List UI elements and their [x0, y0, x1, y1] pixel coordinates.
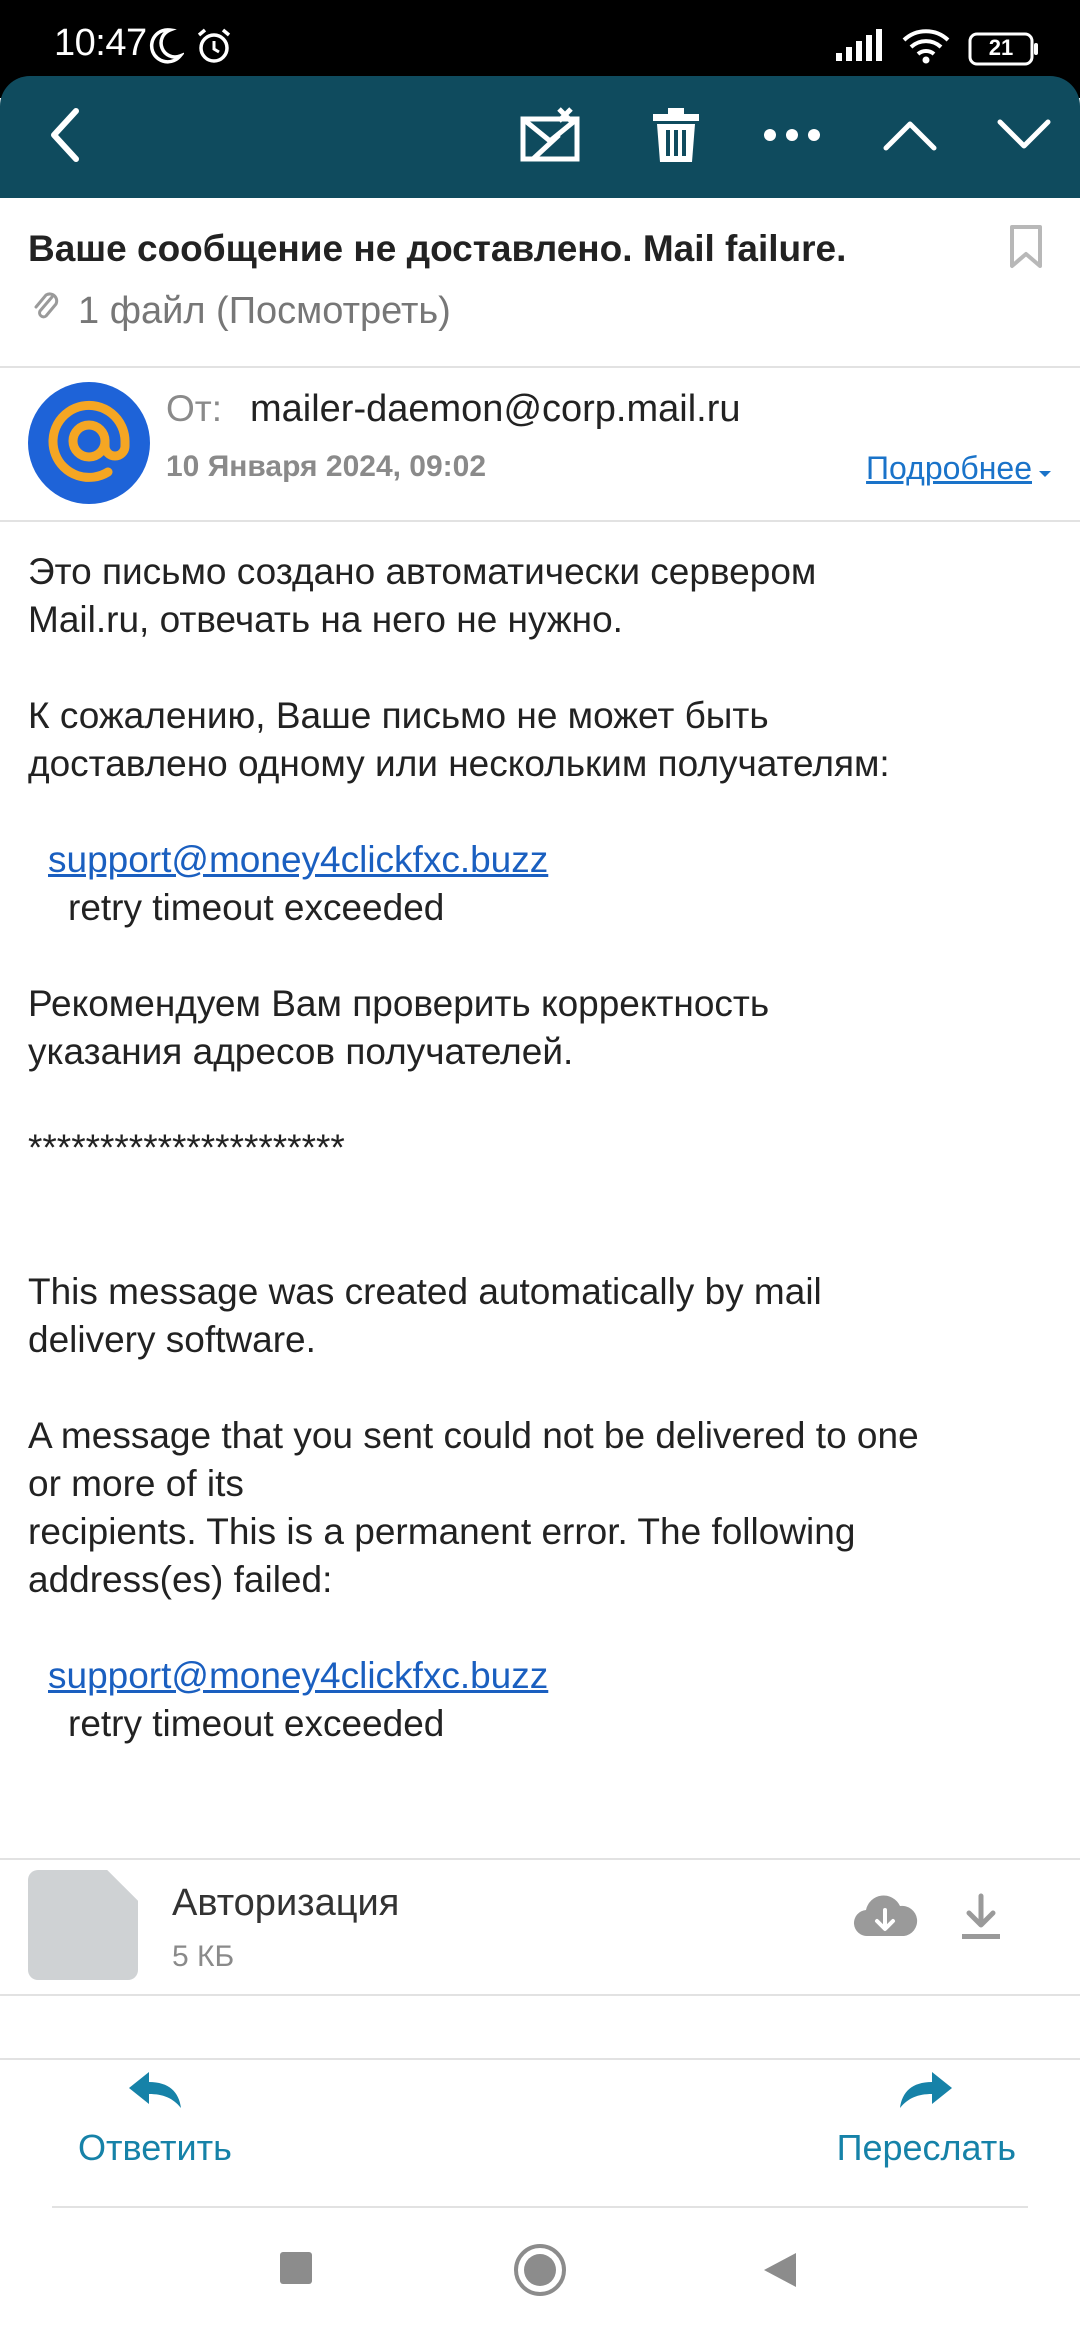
caret-down-icon — [1038, 450, 1052, 487]
forward-label: Переслать — [836, 2127, 1016, 2168]
more-button[interactable] — [742, 76, 842, 198]
home-circle-icon — [512, 2244, 568, 2302]
back-arrow-icon — [46, 105, 86, 170]
forward-icon — [898, 2070, 954, 2115]
body-line: This message was created automatically b… — [28, 1271, 822, 1312]
reply-button[interactable]: Ответить — [78, 2070, 232, 2169]
more-icon — [762, 127, 822, 148]
bookmark-icon — [1008, 225, 1044, 274]
body-line: Это письмо создано автоматически серверо… — [28, 551, 817, 592]
sender-email[interactable]: mailer-daemon@corp.mail.ru — [250, 388, 741, 431]
details-link[interactable]: Подробнее — [866, 450, 1052, 487]
failed-recipient-block: support@money4clickfxc.buzz retry timeou… — [28, 836, 1058, 932]
signal-icon — [834, 29, 884, 68]
forward-button[interactable]: Переслать — [837, 2070, 1016, 2169]
alarm-icon — [194, 26, 234, 71]
body-line: delivery software. — [28, 1319, 316, 1360]
body-line: Рекомендуем Вам проверить корректность — [28, 983, 770, 1024]
bookmark-button[interactable] — [1008, 224, 1044, 275]
wifi-icon — [902, 28, 950, 69]
divider — [0, 1994, 1080, 1996]
message-body: Это письмо создано автоматически серверо… — [28, 548, 1058, 1796]
divider — [0, 520, 1080, 522]
message-date: 10 Января 2024, 09:02 — [166, 450, 487, 483]
delete-button[interactable] — [626, 76, 726, 198]
attachment-name[interactable]: Авторизация — [172, 1882, 399, 1925]
save-to-cloud-button[interactable] — [852, 1892, 918, 1945]
chevron-down-icon — [996, 118, 1052, 157]
from-label: От: — [166, 388, 223, 429]
separator-line: ********************** — [28, 1127, 345, 1168]
failed-address-link[interactable]: support@money4clickfxc.buzz — [48, 1655, 548, 1696]
system-back-button[interactable] — [760, 2250, 800, 2295]
body-line: A message that you sent could not be del… — [28, 1415, 919, 1456]
body-line: доставлено одному или нескольким получат… — [28, 743, 890, 784]
failed-recipient-block: support@money4clickfxc.buzz retry timeou… — [28, 1652, 1058, 1748]
body-line: К сожалению, Ваше письмо не может быть — [28, 695, 769, 736]
attachment-thumbnail[interactable] — [28, 1870, 138, 1980]
attachments-summary-link[interactable]: 1 файл (Посмотреть) — [32, 290, 451, 333]
moon-icon — [148, 26, 186, 71]
battery-level: 21 — [988, 34, 1014, 60]
reply-label: Ответить — [78, 2127, 232, 2168]
cloud-download-icon — [852, 1895, 918, 1944]
divider — [0, 366, 1080, 368]
body-line: Mail.ru, отвечать на него не нужно. — [28, 599, 623, 640]
body-line: указания адресов получателей. — [28, 1031, 574, 1072]
square-icon — [278, 2252, 314, 2290]
paperclip-icon — [32, 290, 60, 333]
details-label: Подробнее — [866, 450, 1032, 486]
battery-icon: 21 — [968, 32, 1040, 66]
divider — [52, 2206, 1028, 2208]
body-paragraph: К сожалению, Ваше письмо не может быть д… — [28, 692, 1058, 788]
download-icon — [958, 1893, 1004, 1946]
failure-reason: retry timeout exceeded — [68, 1703, 445, 1744]
at-sign-icon — [44, 396, 134, 491]
system-nav-bar — [0, 2220, 1080, 2340]
previous-message-button[interactable] — [860, 76, 960, 198]
divider — [0, 2058, 1080, 2060]
message-subject: Ваше сообщение не доставлено. Mail failu… — [28, 228, 847, 269]
next-message-button[interactable] — [974, 76, 1074, 198]
status-time: 10:47 — [54, 22, 147, 64]
download-attachment-button[interactable] — [958, 1892, 1004, 1947]
body-paragraph: This message was created automatically b… — [28, 1268, 1058, 1364]
mark-spam-button[interactable] — [502, 76, 602, 198]
trash-icon — [651, 106, 701, 169]
failed-address-link[interactable]: support@money4clickfxc.buzz — [48, 839, 548, 880]
message-toolbar — [0, 76, 1080, 198]
body-line: recipients. This is a permanent error. T… — [28, 1511, 856, 1552]
sender-avatar[interactable] — [28, 382, 150, 504]
mark-spam-icon — [519, 105, 585, 170]
triangle-back-icon — [760, 2253, 800, 2294]
attachments-summary-text: 1 файл (Посмотреть) — [78, 290, 451, 332]
chevron-up-icon — [882, 118, 938, 157]
body-paragraph: Рекомендуем Вам проверить корректность у… — [28, 980, 1058, 1076]
reply-icon — [127, 2070, 183, 2115]
body-paragraph: A message that you sent could not be del… — [28, 1412, 1058, 1604]
recents-button[interactable] — [278, 2250, 314, 2291]
body-line: address(es) failed: — [28, 1559, 333, 1600]
failure-reason: retry timeout exceeded — [68, 887, 445, 928]
attachment-size: 5 КБ — [172, 1940, 235, 1973]
home-button[interactable] — [512, 2242, 568, 2303]
back-button[interactable] — [16, 76, 116, 198]
body-paragraph: Это письмо создано автоматически серверо… — [28, 548, 1058, 644]
body-line: or more of its — [28, 1463, 244, 1504]
divider — [0, 1858, 1080, 1860]
